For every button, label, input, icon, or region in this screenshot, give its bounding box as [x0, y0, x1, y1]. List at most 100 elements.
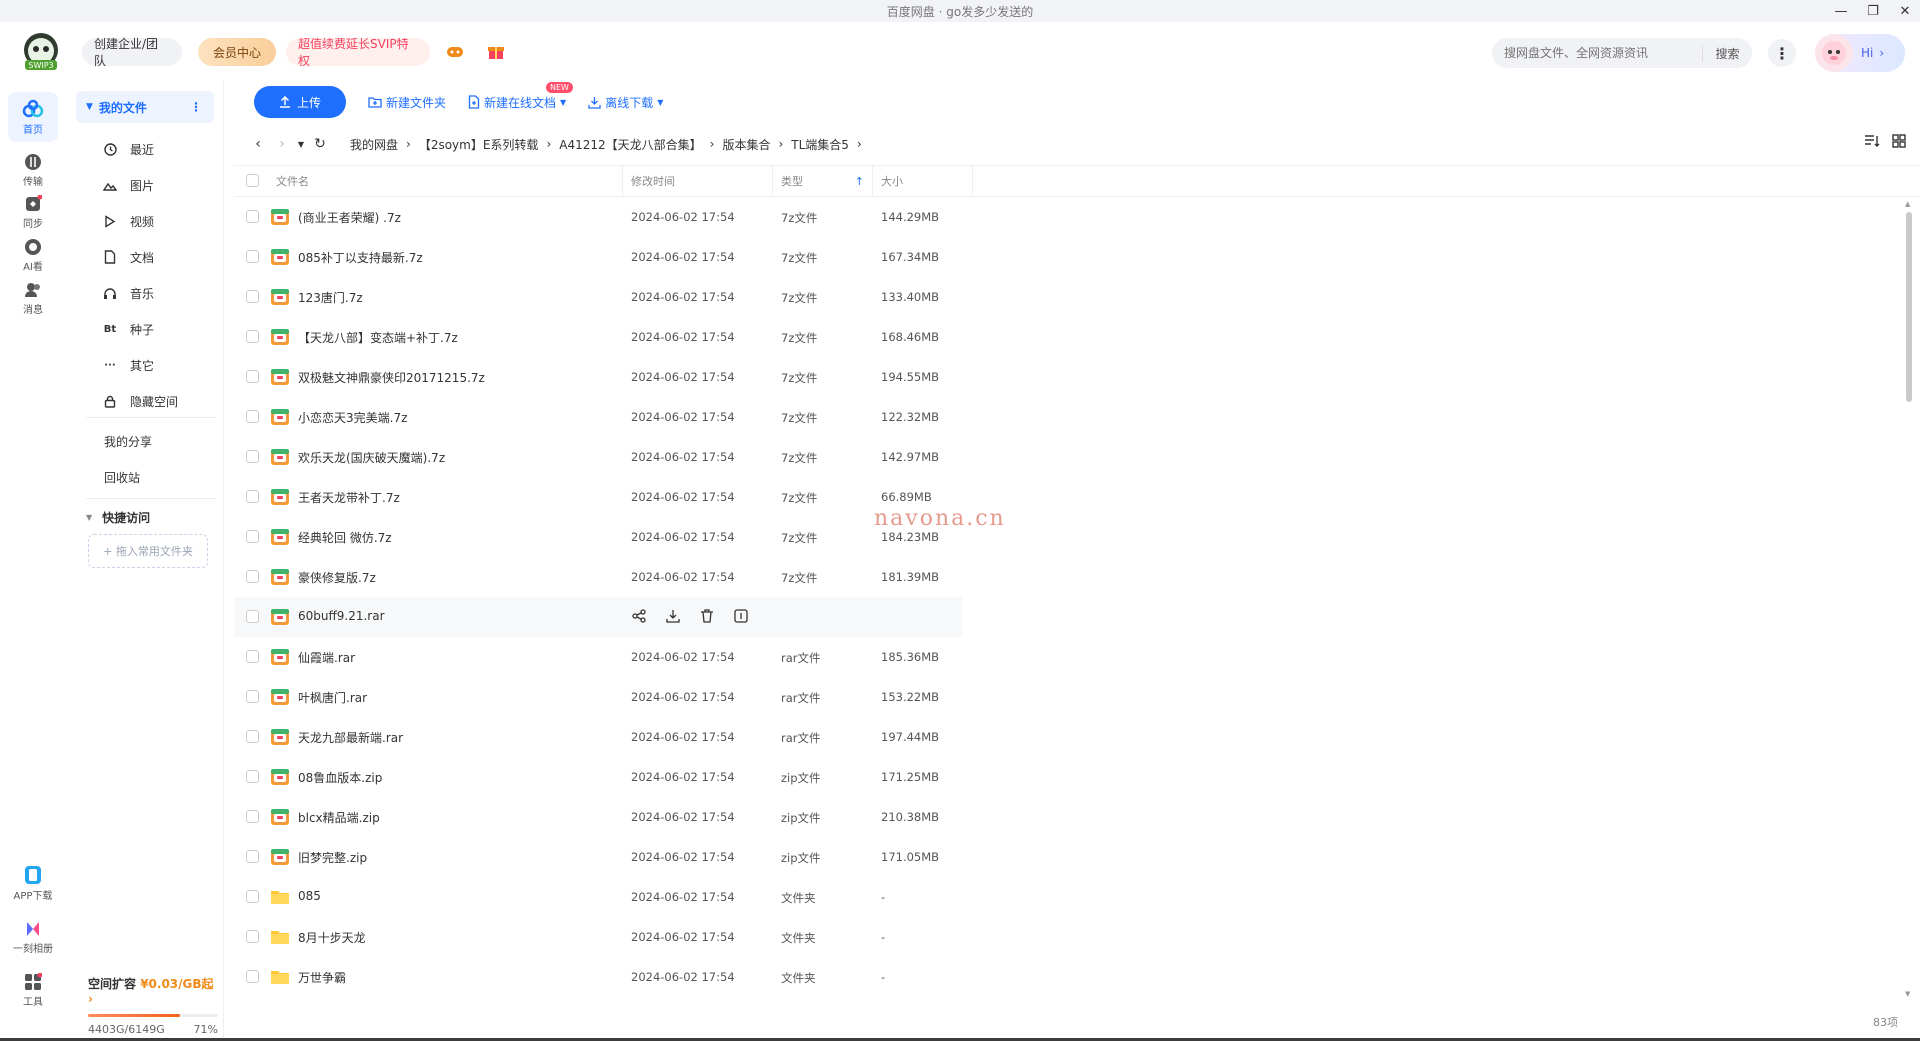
row-checkbox[interactable]	[246, 650, 259, 663]
row-checkbox[interactable]	[246, 570, 259, 583]
rail-item-app-download[interactable]: APP下载	[8, 858, 58, 908]
table-row[interactable]: 万世争霸 2024-06-02 17:54 文件夹 -	[234, 957, 1906, 997]
row-checkbox[interactable]	[246, 730, 259, 743]
sort-list-icon[interactable]	[1864, 134, 1880, 148]
file-name[interactable]: 欢乐天龙(国庆破天魔端).7z	[298, 449, 445, 466]
search-button[interactable]: 搜索	[1702, 44, 1752, 62]
breadcrumb-item[interactable]: 【2soym】E系列转载	[419, 136, 539, 153]
file-name[interactable]: 【天龙八部】变态端+补丁.7z	[298, 329, 458, 346]
scroll-down-icon[interactable]: ▼	[1905, 990, 1910, 998]
row-checkbox[interactable]	[246, 810, 259, 823]
row-checkbox[interactable]	[246, 450, 259, 463]
column-time[interactable]: 修改时间	[623, 165, 773, 197]
user-profile-button[interactable]: Hi ›	[1815, 34, 1905, 72]
table-row[interactable]: 天龙九部最新端.rar 2024-06-02 17:54 rar文件 197.44MB	[234, 717, 1906, 757]
more-actions-icon[interactable]	[734, 609, 750, 625]
table-row[interactable]: 叶枫唐门.rar 2024-06-02 17:54 rar文件 153.22MB	[234, 677, 1906, 717]
table-row[interactable]: 小恋恋天3完美端.7z 2024-06-02 17:54 7z文件 122.32MB	[234, 397, 1906, 437]
table-row[interactable]: 欢乐天龙(国庆破天魔端).7z 2024-06-02 17:54 7z文件 142.9…	[234, 437, 1906, 477]
sidebar-my-files[interactable]: ▼ 我的文件 ⋮	[76, 91, 214, 123]
forward-icon[interactable]: ›	[270, 136, 294, 152]
rail-item-album[interactable]: 一刻相册	[8, 912, 58, 962]
grid-view-icon[interactable]	[1892, 134, 1906, 148]
file-name[interactable]: 仙霞端.rar	[298, 649, 355, 666]
row-checkbox[interactable]	[246, 970, 259, 983]
close-icon[interactable]: ✕	[1898, 4, 1912, 19]
row-checkbox[interactable]	[246, 290, 259, 303]
table-row[interactable]: 123唐门.7z 2024-06-02 17:54 7z文件 133.40MB	[234, 277, 1906, 317]
table-row[interactable]: 仙霞端.rar 2024-06-02 17:54 rar文件 185.36MB	[234, 637, 1906, 677]
column-name[interactable]: 文件名	[234, 165, 623, 197]
file-name[interactable]: 小恋恋天3完美端.7z	[298, 409, 407, 426]
row-checkbox[interactable]	[246, 330, 259, 343]
file-name[interactable]: 123唐门.7z	[298, 289, 363, 306]
file-name[interactable]: 085	[298, 889, 321, 903]
file-name[interactable]: 万世争霸	[298, 969, 346, 986]
row-checkbox[interactable]	[246, 890, 259, 903]
row-checkbox[interactable]	[246, 930, 259, 943]
row-checkbox[interactable]	[246, 410, 259, 423]
gift-icon[interactable]	[486, 42, 506, 62]
sidebar-item-hidden-space[interactable]: 隐藏空间	[102, 386, 178, 416]
column-type[interactable]: 类型 ↑	[773, 165, 873, 197]
delete-icon[interactable]	[700, 609, 716, 625]
scroll-up-icon[interactable]: ▲	[1905, 200, 1910, 208]
table-row[interactable]: 08鲁血版本.zip 2024-06-02 17:54 zip文件 171.25MB	[234, 757, 1906, 797]
table-row[interactable]: 旧梦完整.zip 2024-06-02 17:54 zip文件 171.05MB	[234, 837, 1906, 877]
table-row[interactable]: 经典轮回 微仿.7z 2024-06-02 17:54 7z文件 184.23MB	[234, 517, 1906, 557]
table-row[interactable]: 王者天龙带补丁.7z 2024-06-02 17:54 7z文件 66.89MB	[234, 477, 1906, 517]
new-online-doc-button[interactable]: 新建在线文档 ▼ NEW	[468, 81, 573, 111]
file-name[interactable]: (商业王者荣耀) .7z	[298, 209, 401, 226]
table-row[interactable]: 085补丁以支持最新.7z 2024-06-02 17:54 7z文件 167.34M…	[234, 237, 1906, 277]
breadcrumb-item[interactable]: TL端集合5	[791, 136, 849, 153]
svip-renew-button[interactable]: 超值续费延长SVIP特权	[286, 37, 430, 68]
table-row[interactable]: 60buff9.21.rar	[234, 597, 962, 637]
sidebar-item-documents[interactable]: 文档	[102, 242, 154, 272]
file-name[interactable]: blcx精品端.zip	[298, 809, 380, 826]
file-name[interactable]: 叶枫唐门.rar	[298, 689, 367, 706]
new-folder-button[interactable]: 新建文件夹	[368, 94, 446, 111]
sidebar-item-torrents[interactable]: Bt 种子	[102, 314, 154, 344]
table-row[interactable]: 8月十步天龙 2024-06-02 17:54 文件夹 -	[234, 917, 1906, 957]
row-checkbox[interactable]	[246, 850, 259, 863]
rail-item-message[interactable]: 消息	[8, 273, 58, 323]
breadcrumb-item[interactable]: A41212【天龙八部合集】	[559, 136, 701, 153]
table-row[interactable]: blcx精品端.zip 2024-06-02 17:54 zip文件 210.38MB	[234, 797, 1906, 837]
upload-button[interactable]: 上传	[254, 86, 346, 118]
row-checkbox[interactable]	[246, 690, 259, 703]
drag-folder-dropzone[interactable]: + 拖入常用文件夹	[88, 534, 208, 568]
table-row[interactable]: 豪侠修复版.7z 2024-06-02 17:54 7z文件 181.39MB	[234, 557, 1906, 597]
table-row[interactable]: (商业王者荣耀) .7z 2024-06-02 17:54 7z文件 144.29MB	[234, 197, 1906, 237]
file-name[interactable]: 旧梦完整.zip	[298, 849, 367, 866]
sidebar-item-videos[interactable]: 视频	[102, 206, 154, 236]
sidebar-item-music[interactable]: 音乐	[102, 278, 154, 308]
create-team-button[interactable]: 创建企业/团队	[82, 37, 182, 68]
file-name[interactable]: 王者天龙带补丁.7z	[298, 489, 400, 506]
back-icon[interactable]: ‹	[246, 136, 270, 152]
file-name[interactable]: 60buff9.21.rar	[298, 609, 385, 623]
rail-item-home[interactable]: 首页	[8, 92, 58, 142]
file-name[interactable]: 双极魅文神鼎豪侠印20171215.7z	[298, 369, 485, 386]
search-input[interactable]	[1492, 46, 1702, 60]
breadcrumb-item[interactable]: 版本集合	[722, 136, 770, 153]
storage-quota[interactable]: 空间扩容 ¥0.03/GB起 › 4403G/6149G 71%	[88, 975, 218, 1036]
sidebar-quick-access[interactable]: ▼ 快捷访问	[86, 509, 150, 526]
vip-center-button[interactable]: 会员中心	[198, 38, 276, 66]
file-name[interactable]: 8月十步天龙	[298, 929, 366, 946]
more-options-icon[interactable]: ⋮	[1768, 39, 1796, 67]
file-name[interactable]: 经典轮回 微仿.7z	[298, 529, 392, 546]
share-icon[interactable]	[632, 609, 648, 625]
refresh-icon[interactable]: ↻	[308, 136, 332, 152]
minimize-icon[interactable]: —	[1834, 4, 1848, 19]
download-icon[interactable]	[666, 609, 682, 625]
offline-download-button[interactable]: 离线下载 ▼	[588, 94, 663, 111]
history-dropdown-icon[interactable]: ▼	[294, 140, 308, 149]
breadcrumb-item[interactable]: 我的网盘	[350, 136, 398, 153]
select-all-checkbox[interactable]	[246, 174, 259, 187]
restore-icon[interactable]: ❐	[1866, 4, 1880, 19]
sidebar-item-recent[interactable]: 最近	[102, 134, 154, 164]
sidebar-recycle-bin[interactable]: 回收站	[104, 469, 140, 486]
kebab-icon[interactable]: ⋮	[190, 100, 202, 114]
app-logo[interactable]: SWIP3	[20, 32, 62, 72]
row-checkbox[interactable]	[246, 250, 259, 263]
